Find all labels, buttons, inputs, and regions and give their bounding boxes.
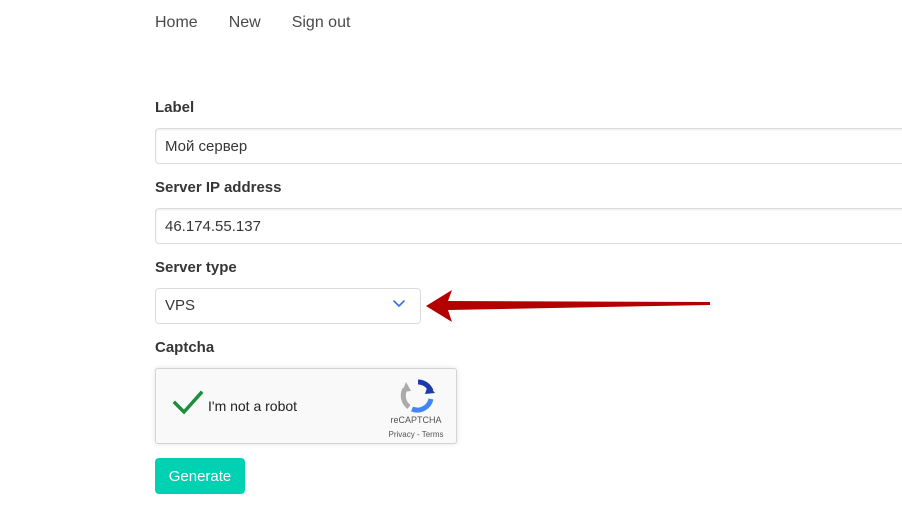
recaptcha-terms-link[interactable]: Terms	[422, 430, 444, 439]
server-type-label: Server type	[155, 259, 237, 276]
recaptcha-brand-text: reCAPTCHA	[390, 415, 442, 425]
label-input[interactable]	[155, 128, 902, 164]
nav-home-link[interactable]: Home	[155, 12, 198, 34]
nav-new-link[interactable]: New	[229, 12, 261, 34]
captcha-label: Captcha	[155, 339, 215, 356]
recaptcha-privacy-link[interactable]: Privacy	[389, 430, 415, 439]
recaptcha-links-separator: -	[414, 430, 422, 439]
recaptcha-logo-icon	[400, 379, 435, 413]
chevron-down-icon	[393, 300, 405, 307]
server-type-select[interactable]: VPS	[155, 288, 421, 324]
arrow-left-icon	[426, 290, 710, 322]
captcha-checkbox-text: I'm not a robot	[208, 398, 298, 414]
generate-button[interactable]: Generate	[155, 458, 245, 494]
top-nav: Home New Sign out	[155, 12, 381, 34]
ip-field-label: Server IP address	[155, 179, 282, 196]
recaptcha-links: Privacy - Terms	[380, 430, 452, 440]
server-ip-input[interactable]	[155, 208, 902, 244]
checkmark-icon[interactable]	[172, 389, 204, 417]
label-field-label: Label	[155, 99, 195, 116]
nav-sign-out-link[interactable]: Sign out	[292, 12, 351, 34]
recaptcha-widget: I'm not a robot reCAPTCHA Privacy - Term…	[155, 368, 457, 444]
server-type-selected-value: VPS	[165, 297, 196, 314]
